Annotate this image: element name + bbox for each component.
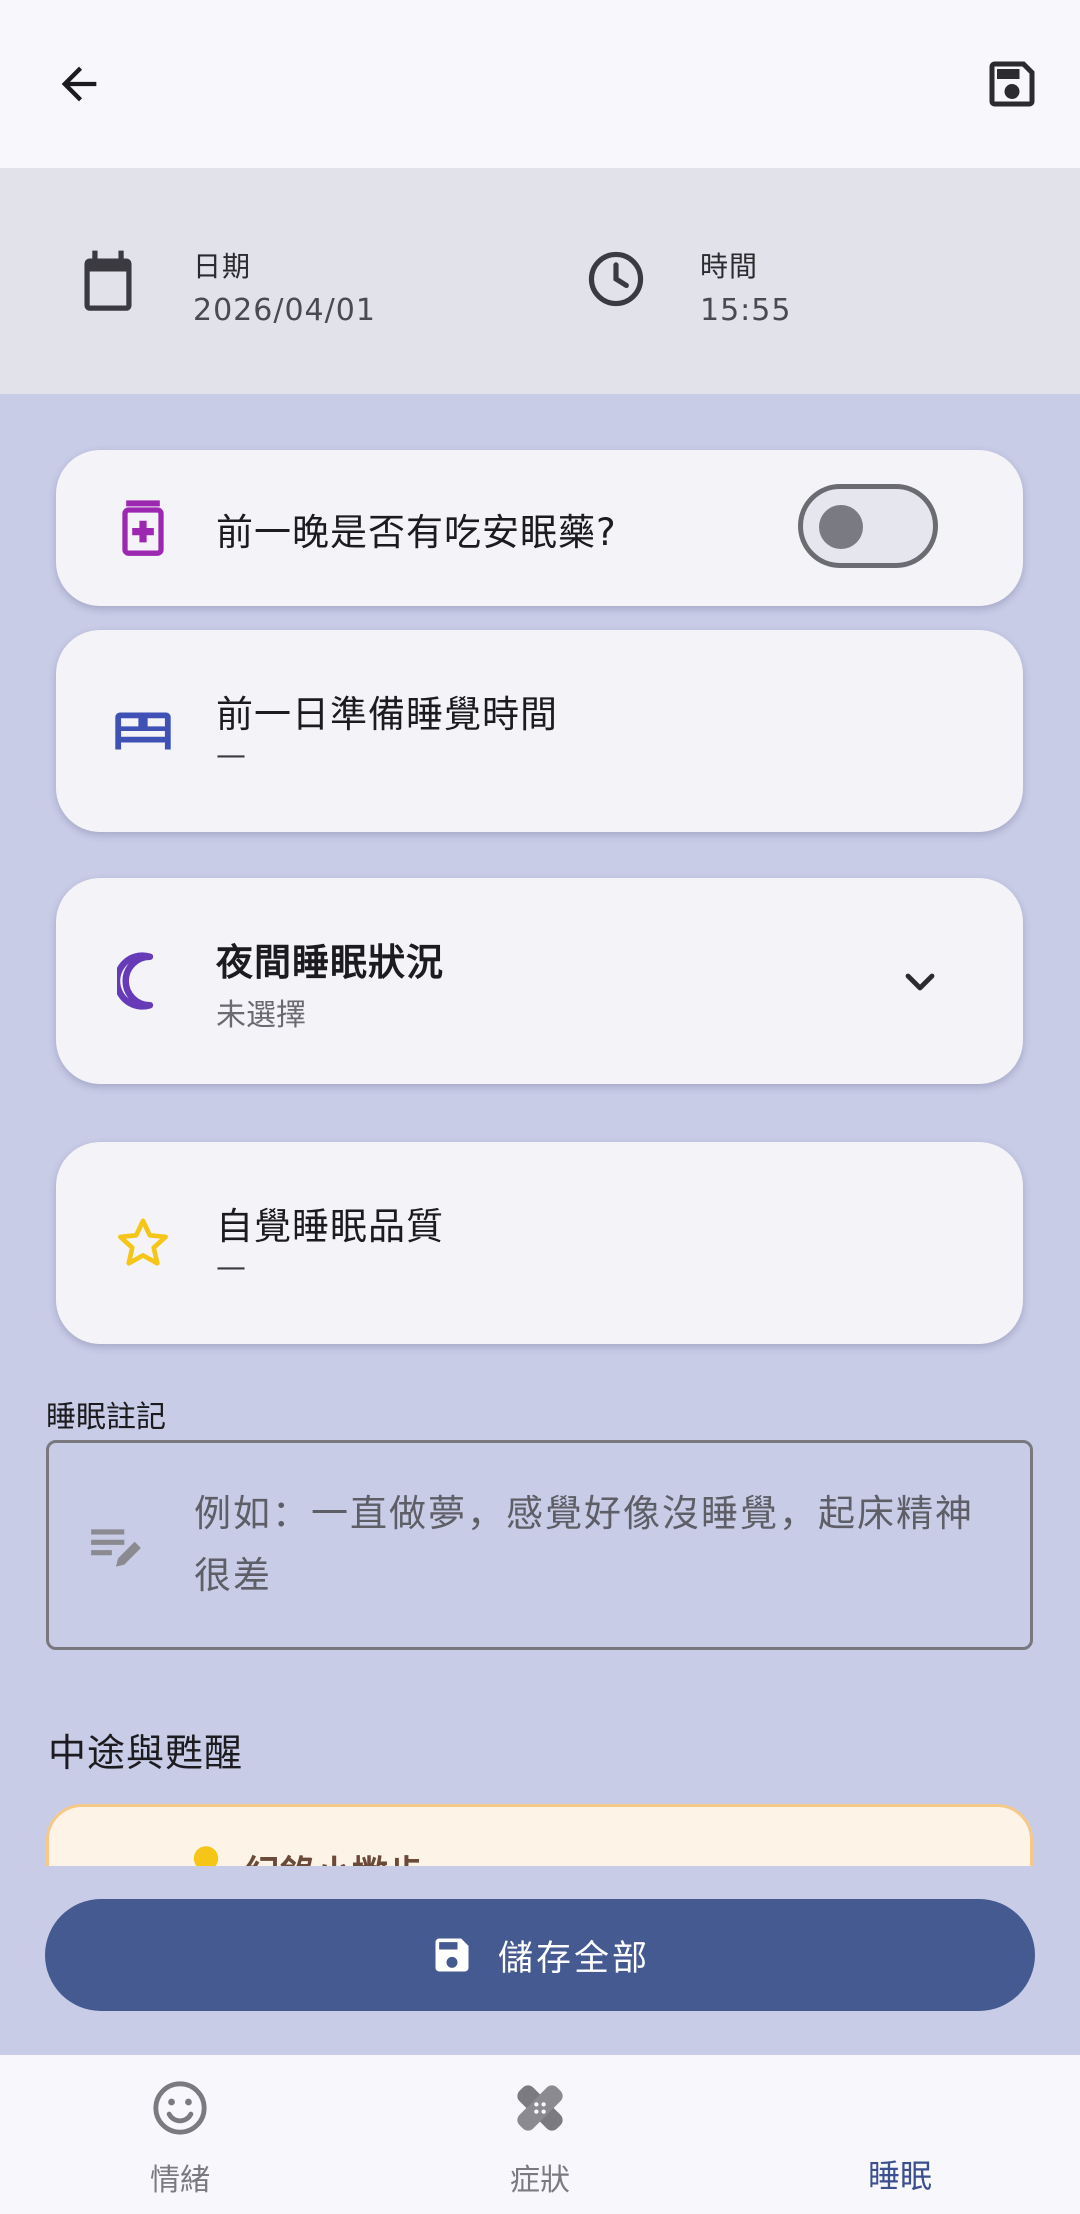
bedtime-card[interactable]: 前一日準備睡覺時間 — (56, 630, 1023, 832)
night-sleep-value: 未選擇 (216, 998, 306, 1033)
smiley-icon (153, 2081, 207, 2135)
save-icon-button[interactable] (962, 34, 1062, 134)
night-sleep-card[interactable]: 夜間睡眠狀況 未選擇 (56, 878, 1023, 1084)
notes-input[interactable]: 例如：一直做夢，感覺好像沒睡覺，起床精神很差 (46, 1440, 1033, 1650)
star-icon (110, 1210, 176, 1276)
save-all-label: 儲存全部 (497, 1938, 650, 1979)
lightbulb-icon (193, 1846, 219, 1866)
notes-edit-icon (91, 1529, 141, 1567)
bottom-navigation: 情緒 症狀 睡眠 (0, 2055, 1080, 2214)
tip-card: 紀錄小撇步 (46, 1804, 1033, 1866)
sleeping-pill-toggle[interactable] (798, 484, 938, 568)
nav-label-mood: 情緒 (150, 2163, 210, 2198)
save-all-button[interactable]: 儲存全部 (45, 1899, 1035, 2011)
clock-icon (588, 251, 644, 307)
tip-title: 紀錄小撇步 (244, 1845, 424, 1866)
sleep-quality-title: 自覺睡眠品質 (216, 1205, 444, 1248)
time-value: 15:55 (700, 293, 792, 328)
toggle-knob (819, 505, 863, 549)
calendar-icon (84, 250, 132, 311)
bed-icon (110, 698, 176, 764)
sleeping-pill-card: 前一晚是否有吃安眠藥? (56, 450, 1023, 606)
floppy-disk-icon (435, 1938, 469, 1972)
date-value: 2026/04/01 (193, 293, 376, 328)
nav-item-mood[interactable]: 情緒 (0, 2055, 360, 2214)
tip-card-clip: 紀錄小撇步 (0, 1800, 1080, 1866)
arrow-left-icon (61, 66, 97, 102)
night-sleep-title: 夜間睡眠狀況 (216, 941, 444, 984)
nav-item-sleep[interactable]: 睡眠 (720, 2055, 1080, 2214)
bedtime-title: 前一日準備睡覺時間 (216, 693, 558, 736)
sleep-quality-card[interactable]: 自覺睡眠品質 — (56, 1142, 1023, 1344)
top-app-bar (0, 0, 1080, 168)
notes-placeholder: 例如：一直做夢，感覺好像沒睡覺，起床精神很差 (194, 1492, 974, 1597)
medicine-bottle-icon (110, 495, 176, 561)
back-button[interactable] (29, 34, 129, 134)
moon-icon (110, 948, 176, 1014)
wake-section-title: 中途與甦醒 (48, 1731, 244, 1775)
sleeping-pill-title: 前一晚是否有吃安眠藥? (216, 511, 617, 554)
notes-label: 睡眠註記 (46, 1400, 166, 1435)
bedtime-value: — (216, 738, 246, 773)
datetime-bar: 日期 2026/04/01 時間 15:55 (0, 168, 1080, 394)
nav-item-symptoms[interactable]: 症狀 (360, 2055, 720, 2214)
date-label: 日期 (193, 250, 252, 283)
nav-label-sleep: 睡眠 (867, 2157, 932, 2195)
floppy-disk-icon (989, 61, 1035, 107)
moon-icon (881, 2081, 910, 2137)
bandage-icon (517, 2085, 563, 2131)
nav-label-symptoms: 症狀 (510, 2163, 570, 2198)
time-label: 時間 (700, 250, 759, 283)
date-picker[interactable]: 日期 2026/04/01 (60, 208, 460, 358)
sleep-quality-value: — (216, 1250, 246, 1285)
time-picker[interactable]: 時間 15:55 (570, 208, 970, 358)
chevron-down-icon[interactable] (896, 958, 944, 1006)
